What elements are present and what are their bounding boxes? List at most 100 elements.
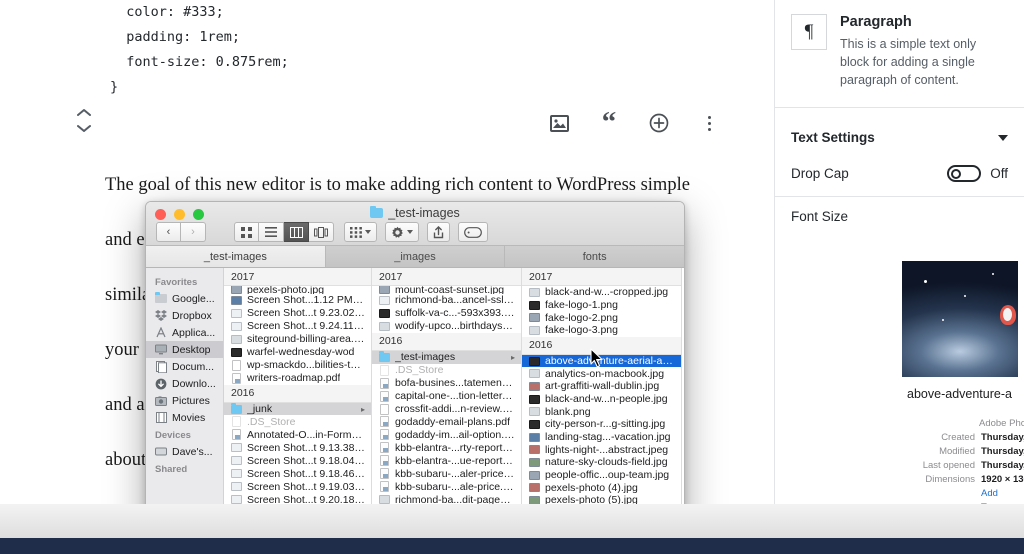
tab-test-images[interactable]: _test-images: [146, 246, 326, 267]
image-icon[interactable]: [548, 112, 570, 134]
list-item[interactable]: suffolk-va-c...-593x393.jpg: [372, 307, 521, 320]
image-dark-icon: [379, 308, 390, 319]
forward-button[interactable]: ›: [181, 222, 206, 242]
quote-icon[interactable]: “: [598, 108, 620, 137]
pictures-icon: [155, 395, 167, 407]
action-button[interactable]: [385, 222, 419, 242]
list-item[interactable]: warfel-wednesday-wod: [224, 346, 371, 359]
finder-titlebar[interactable]: _test-images ‹ ›: [146, 202, 684, 246]
block-title: Paragraph: [840, 14, 912, 30]
list-item[interactable]: mount-coast-sunset.jpg: [372, 286, 521, 294]
list-item[interactable]: Screen Shot...t 9.18.04 PM: [224, 454, 371, 467]
list-item[interactable]: _test-images ▸: [372, 350, 521, 364]
list-item[interactable]: black-and-w...n-people.jpg: [522, 393, 681, 406]
code-block[interactable]: color: #333; padding: 1rem; font-size: 0…: [110, 0, 670, 100]
list-item[interactable]: Screen Shot...t 9.19.03 PM: [224, 480, 371, 493]
list-item[interactable]: Screen Shot...1.12 PM alias: [224, 294, 371, 307]
list-item[interactable]: Screen Shot...t 9.13.38 PM: [224, 441, 371, 454]
list-item-selected[interactable]: above-adventure-aerial-air.jpg: [522, 354, 681, 368]
chevron-down-icon: [365, 230, 371, 234]
list-item[interactable]: richmond-ba...ancel-ssl.jpg: [372, 294, 521, 307]
list-item[interactable]: lights-night-...abstract.jpeg: [522, 443, 681, 456]
image-warm-icon: [529, 444, 540, 455]
alias-icon: [231, 295, 242, 306]
sidebar-item-movies[interactable]: Movies: [146, 409, 223, 426]
share-icon: [433, 225, 444, 238]
more-vertical-icon[interactable]: [698, 112, 720, 134]
above-adventure-aerial-air-thumbnail: [901, 261, 1018, 377]
chevron-up-icon[interactable]: [77, 108, 91, 117]
list-item[interactable]: kbb-subaru-...ale-price.pdf: [372, 480, 521, 493]
list-item[interactable]: nature-sky-clouds-field.jpg: [522, 456, 681, 469]
font-size-label[interactable]: Font Size: [775, 197, 1024, 230]
tab-images[interactable]: _images: [325, 246, 506, 267]
add-tags-link[interactable]: Add Tags...: [905, 487, 1024, 505]
preview-file-name: above-adventure-a: [907, 387, 1012, 401]
sidebar-item-label: Pictures: [172, 394, 210, 407]
back-button[interactable]: ‹: [156, 222, 181, 242]
list-item[interactable]: fake-logo-3.png: [522, 324, 681, 337]
list-item[interactable]: godaddy-im...ail-option.pdf: [372, 428, 521, 441]
list-item[interactable]: Annotated-O...in-Forms.pdf: [224, 428, 371, 441]
list-item[interactable]: kbb-subaru-...aler-price.pdf: [372, 467, 521, 480]
list-item[interactable]: city-person-r...g-sitting.jpg: [522, 418, 681, 431]
list-item[interactable]: art-graffiti-wall-dublin.jpg: [522, 380, 681, 393]
list-item[interactable]: blank.png: [522, 405, 681, 418]
sidebar-group-shared-header: Shared: [155, 464, 188, 475]
list-item[interactable]: analytics-on-macbook.jpg: [522, 367, 681, 380]
plus-circle-icon[interactable]: [648, 112, 670, 134]
harddisk-icon: [155, 446, 167, 458]
share-button[interactable]: [427, 222, 450, 242]
list-item[interactable]: wodify-upco...birthdays.jpg: [372, 320, 521, 333]
column-3[interactable]: 2017 black-and-w...-cropped.jpg fake-log…: [522, 268, 682, 530]
list-item[interactable]: kbb-elantra-...rty-report.pdf: [372, 441, 521, 454]
list-item[interactable]: Screen Shot...t 9.24.11 PM: [224, 320, 371, 333]
sidebar-item-daves-disk[interactable]: Dave's...: [146, 443, 223, 460]
sidebar-item-label: Google...: [172, 292, 215, 305]
column-1[interactable]: 2017 pexels-photo.jpg Screen Shot...1.12…: [224, 268, 372, 530]
list-item[interactable]: godaddy-email-plans.pdf: [372, 415, 521, 428]
list-item[interactable]: Screen Shot...t 9.23.02 PM: [224, 307, 371, 320]
column-2[interactable]: 2017 mount-coast-sunset.jpg richmond-ba.…: [372, 268, 522, 530]
sidebar-item-dropbox[interactable]: Dropbox: [146, 307, 223, 324]
sidebar-item-applications[interactable]: Applica...: [146, 324, 223, 341]
coverflow-view-button[interactable]: [309, 222, 334, 242]
arrange-button[interactable]: [344, 222, 377, 242]
tag-button[interactable]: [458, 222, 488, 242]
list-item[interactable]: fake-logo-1.png: [522, 299, 681, 312]
sidebar-item-label: Dropbox: [172, 309, 212, 322]
drop-cap-toggle[interactable]: [947, 165, 982, 182]
list-item[interactable]: wp-smackdo...bilities-table: [224, 359, 371, 372]
list-item[interactable]: pexels-photo (4).jpg: [522, 481, 681, 494]
list-item[interactable]: fake-logo-2.png: [522, 311, 681, 324]
list-item[interactable]: capital-one-...tion-letter.pdf: [372, 390, 521, 403]
sidebar-item-documents[interactable]: Docum...: [146, 358, 223, 375]
list-item[interactable]: _junk ▸: [224, 402, 371, 416]
list-item[interactable]: siteground-billing-area.png: [224, 333, 371, 346]
sidebar-item-pictures[interactable]: Pictures: [146, 392, 223, 409]
chevron-down-icon[interactable]: [77, 124, 91, 133]
sidebar-item-desktop[interactable]: Desktop: [146, 341, 223, 358]
list-item[interactable]: Screen Shot...t 9.18.46 PM: [224, 467, 371, 480]
chevron-down-icon[interactable]: [998, 134, 1008, 141]
finder-window[interactable]: _test-images ‹ › _test-images _images fo…: [145, 201, 685, 531]
list-item[interactable]: black-and-w...-cropped.jpg: [522, 286, 681, 299]
tab-fonts[interactable]: fonts: [505, 246, 684, 267]
list-item[interactable]: crossfit-addi...n-review.jpeg: [372, 403, 521, 416]
list-item[interactable]: people-offic...oup-team.jpg: [522, 469, 681, 482]
list-item[interactable]: kbb-elantra-...ue-report.pdf: [372, 454, 521, 467]
list-item[interactable]: pexels-photo.jpg: [224, 286, 371, 294]
icon-view-button[interactable]: [234, 222, 259, 242]
column-view-button[interactable]: [284, 222, 309, 242]
text-settings-panel-header[interactable]: Text Settings: [775, 108, 1024, 157]
list-item[interactable]: bofa-busines...tatement.pdf: [372, 377, 521, 390]
list-item[interactable]: .DS_Store: [372, 364, 521, 377]
list-view-button[interactable]: [259, 222, 284, 242]
list-item[interactable]: landing-stag...-vacation.jpg: [522, 431, 681, 444]
sidebar-item-downloads[interactable]: Downlo...: [146, 375, 223, 392]
finder-body: Favorites Google... Dropbox Applica... D…: [146, 268, 684, 530]
list-item[interactable]: .DS_Store: [224, 415, 371, 428]
paragraph-1[interactable]: The goal of this new editor is to make a…: [105, 170, 705, 201]
sidebar-item-google[interactable]: Google...: [146, 290, 223, 307]
list-item[interactable]: writers-roadmap.pdf: [224, 372, 371, 385]
